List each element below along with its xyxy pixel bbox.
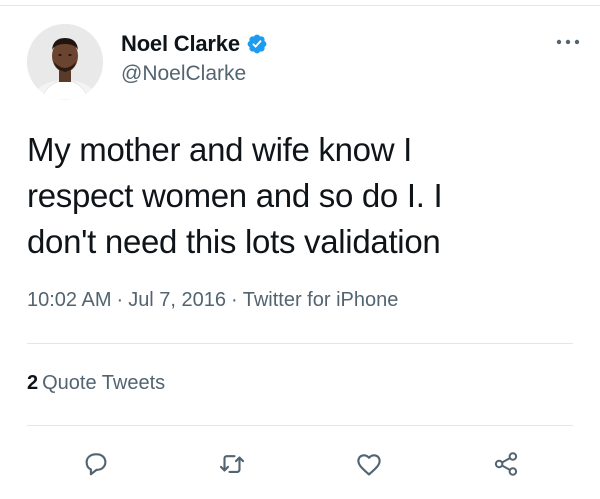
display-name[interactable]: Noel Clarke [121, 31, 240, 57]
tweet-time[interactable]: 10:02 AM [27, 289, 112, 311]
tweet-source[interactable]: Twitter for iPhone [243, 289, 399, 311]
meta-separator: · [116, 289, 124, 311]
author-names: Noel Clarke @NoelClarke [121, 30, 268, 86]
handle[interactable]: @NoelClarke [121, 62, 268, 86]
reply-button[interactable] [76, 444, 116, 484]
meta-separator: · [231, 289, 238, 311]
quote-tweets-link[interactable]: 2 Quote Tweets [27, 372, 165, 395]
verified-badge-icon [246, 33, 268, 55]
display-name-row: Noel Clarke [121, 30, 268, 58]
quote-tweets-count: 2 [27, 372, 39, 394]
action-bar [0, 444, 600, 484]
tweet-meta: 10:02 AM · Jul 7, 2016 · Twitter for iPhone [27, 289, 398, 312]
tweet-date[interactable]: Jul 7, 2016 [128, 289, 226, 311]
tweet-header: Noel Clarke @NoelClarke [27, 24, 587, 104]
divider [27, 425, 573, 426]
share-icon [494, 452, 518, 476]
avatar-image [27, 24, 103, 100]
top-divider [0, 5, 600, 6]
quote-tweets-label: Quote Tweets [42, 372, 166, 394]
retweet-button[interactable] [212, 444, 252, 484]
like-button[interactable] [349, 444, 389, 484]
more-options-icon[interactable] [553, 34, 583, 50]
share-button[interactable] [486, 444, 526, 484]
avatar[interactable] [27, 24, 103, 100]
retweet-icon [219, 455, 245, 473]
tweet-text-line: respect women and so do I. I [27, 177, 443, 214]
heart-icon [357, 454, 381, 476]
tweet-text: My mother and wife know I respect women … [27, 127, 567, 265]
tweet-text-line: My mother and wife know I [27, 131, 412, 168]
reply-icon [85, 453, 107, 476]
tweet-text-line: don't need this lots validation [27, 223, 441, 260]
divider [27, 343, 573, 344]
